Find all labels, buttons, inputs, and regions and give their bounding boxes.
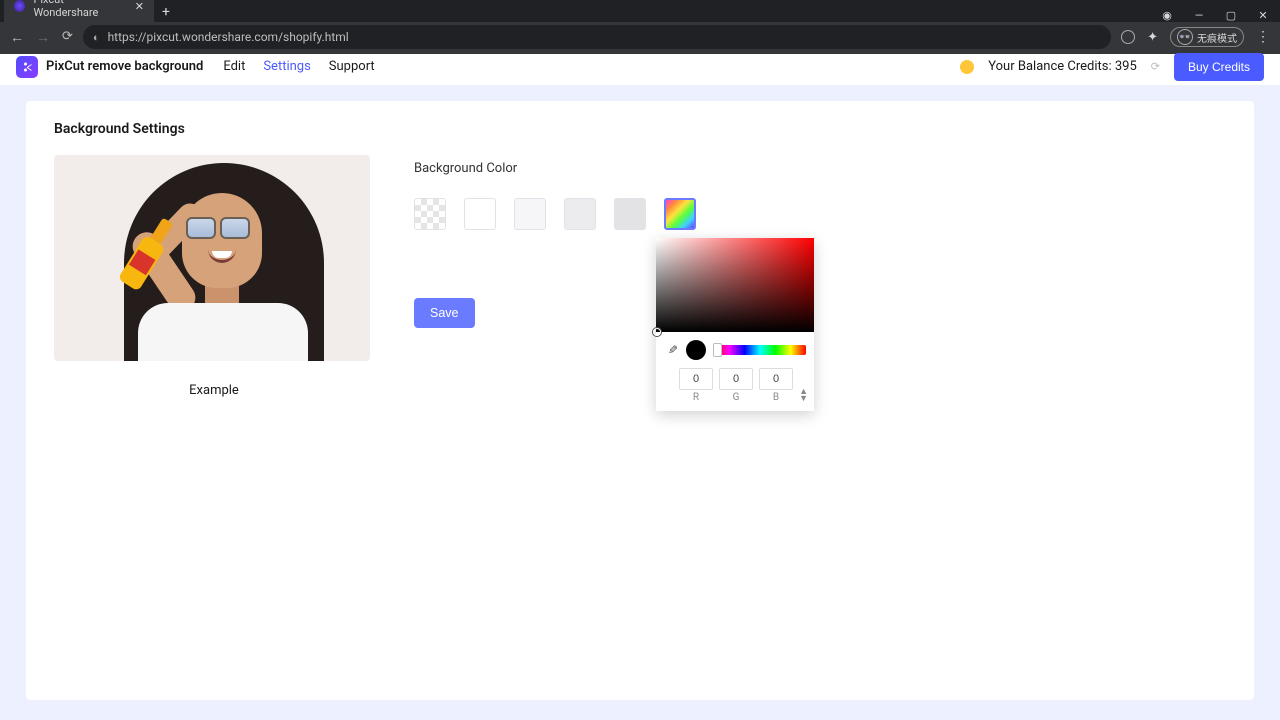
nav-support[interactable]: Support bbox=[329, 59, 375, 74]
rgb-b-input[interactable] bbox=[759, 368, 793, 390]
profile-dot-icon[interactable]: ◉ bbox=[1160, 9, 1174, 22]
settings-card: Background Settings Example Background C bbox=[26, 101, 1254, 700]
browser-tab[interactable]: Pixcut Wondershare ✕ bbox=[4, 0, 154, 22]
section-title: Background Settings bbox=[54, 121, 1226, 137]
swatch-light-grey[interactable] bbox=[514, 198, 546, 230]
reload-button[interactable]: ⟳ bbox=[62, 29, 73, 46]
close-tab-icon[interactable]: ✕ bbox=[135, 0, 144, 13]
balance-text: Your Balance Credits: 395 bbox=[988, 59, 1137, 74]
scissors-icon bbox=[21, 61, 33, 73]
window-maximize-icon[interactable]: ▢ bbox=[1224, 9, 1238, 22]
background-color-label: Background Color bbox=[414, 161, 696, 176]
swatch-transparent[interactable] bbox=[414, 198, 446, 230]
swatch-grey[interactable] bbox=[614, 198, 646, 230]
refresh-balance-icon[interactable]: ⟳ bbox=[1151, 60, 1160, 73]
saturation-value-area[interactable] bbox=[656, 238, 814, 332]
page-body: Background Settings Example Background C bbox=[0, 85, 1280, 720]
sv-cursor[interactable] bbox=[653, 328, 661, 336]
rgb-r-input[interactable] bbox=[679, 368, 713, 390]
swatch-row: ✎ R G bbox=[414, 198, 696, 230]
app-logo bbox=[16, 56, 38, 78]
credits-coin-icon bbox=[960, 60, 974, 74]
save-button[interactable]: Save bbox=[414, 298, 475, 328]
rgb-g-input[interactable] bbox=[719, 368, 753, 390]
translate-icon[interactable] bbox=[1121, 30, 1135, 44]
buy-credits-button[interactable]: Buy Credits bbox=[1174, 53, 1264, 81]
color-picker: ✎ R G bbox=[656, 238, 814, 411]
example-label: Example bbox=[54, 383, 374, 398]
swatch-custom-color[interactable] bbox=[664, 198, 696, 230]
nav-edit[interactable]: Edit bbox=[223, 59, 245, 74]
tab-favicon bbox=[14, 0, 25, 12]
color-mode-toggle[interactable]: ▲▼ bbox=[799, 389, 808, 403]
swatch-white[interactable] bbox=[464, 198, 496, 230]
window-close-icon[interactable]: ✕ bbox=[1256, 9, 1270, 22]
example-image bbox=[54, 155, 370, 361]
address-bar[interactable]: ◐ https://pixcut.wondershare.com/shopify… bbox=[83, 25, 1111, 49]
forward-button: → bbox=[36, 29, 50, 46]
browser-menu-icon[interactable]: ⋮ bbox=[1256, 29, 1270, 45]
eyedropper-icon[interactable]: ✎ bbox=[664, 343, 678, 357]
swatch-medium-grey[interactable] bbox=[564, 198, 596, 230]
nav-settings[interactable]: Settings bbox=[263, 59, 310, 74]
incognito-badge[interactable]: 👓 无痕模式 bbox=[1170, 27, 1244, 47]
hue-thumb[interactable] bbox=[713, 343, 722, 357]
rgb-g-label: G bbox=[719, 392, 753, 403]
browser-chrome: Pixcut Wondershare ✕ + ◉ — ▢ ✕ ← → ⟳ ◐ h… bbox=[0, 0, 1280, 48]
hue-slider[interactable] bbox=[714, 345, 806, 355]
app-name: PixCut remove background bbox=[46, 59, 203, 74]
new-tab-button[interactable]: + bbox=[154, 4, 178, 20]
extensions-icon[interactable]: ✦ bbox=[1147, 30, 1158, 45]
incognito-icon: 👓 bbox=[1177, 29, 1193, 45]
rgb-b-label: B bbox=[759, 392, 793, 403]
current-color-preview bbox=[686, 340, 706, 360]
rgb-r-label: R bbox=[679, 392, 713, 403]
site-info-icon[interactable]: ◐ bbox=[93, 31, 100, 44]
url-text: https://pixcut.wondershare.com/shopify.h… bbox=[108, 30, 349, 44]
back-button[interactable]: ← bbox=[10, 29, 24, 46]
window-minimize-icon[interactable]: — bbox=[1192, 9, 1206, 22]
tab-title: Pixcut Wondershare bbox=[33, 0, 126, 19]
